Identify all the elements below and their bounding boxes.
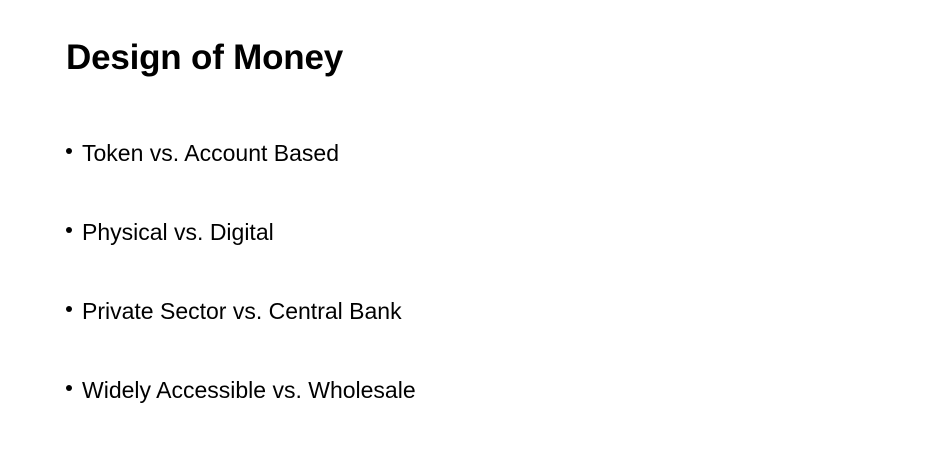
bullet-text: Token vs. Account Based <box>82 139 339 166</box>
slide: Design of Money Token vs. Account Based … <box>0 0 927 471</box>
bullet-text: Widely Accessible vs. Wholesale <box>82 376 416 403</box>
bullet-dot-icon <box>66 147 72 154</box>
bullet-dot-icon <box>66 305 72 312</box>
bullet-text: Physical vs. Digital <box>82 218 274 245</box>
bullet-item: Physical vs. Digital <box>66 215 274 247</box>
bullet-dot-icon <box>66 226 72 233</box>
bullet-text: Private Sector vs. Central Bank <box>82 297 402 324</box>
bullet-item: Token vs. Account Based <box>66 136 339 168</box>
slide-title: Design of Money <box>66 38 344 77</box>
bullet-dot-icon <box>66 384 72 391</box>
bullet-item: Widely Accessible vs. Wholesale <box>66 373 416 405</box>
bullet-item: Private Sector vs. Central Bank <box>66 294 402 326</box>
